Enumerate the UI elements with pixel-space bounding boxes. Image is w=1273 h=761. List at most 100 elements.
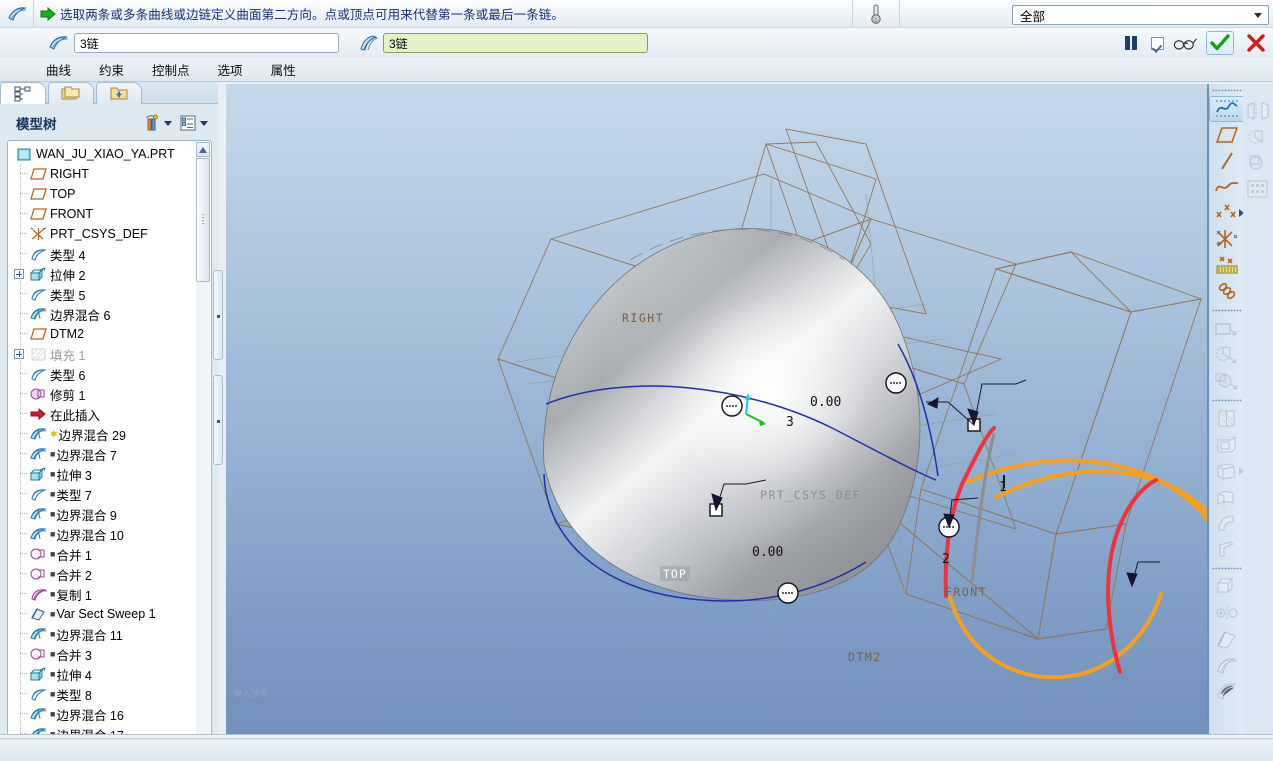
first-chain-curves[interactable] <box>950 461 1207 678</box>
expand-toggle[interactable] <box>14 269 24 279</box>
first-direction-collector[interactable] <box>74 33 339 53</box>
tree-item-7[interactable]: 类型 5 <box>8 284 198 304</box>
tree-item-label: DTM2 <box>50 327 84 341</box>
tree-item-13[interactable]: 在此插入 <box>8 404 198 424</box>
tab-options[interactable]: 选项 <box>216 59 245 80</box>
scroll-thumb[interactable] <box>196 158 210 282</box>
tree-item-15[interactable]: ■边界混合 7 <box>8 444 198 464</box>
model-tree-tab[interactable] <box>0 82 46 104</box>
tree-item-2[interactable]: TOP <box>8 184 198 204</box>
preview-checkbox[interactable] <box>1151 37 1164 50</box>
tree-indent <box>14 204 28 224</box>
move-copy-icon <box>1243 150 1273 176</box>
tab-control-points[interactable]: 控制点 <box>150 59 192 80</box>
accept-button[interactable] <box>1206 31 1234 55</box>
tree-item-label: Var Sect Sweep 1 <box>56 607 155 621</box>
chevron-down-icon[interactable] <box>164 121 172 126</box>
copy-icon <box>28 586 48 602</box>
var-sect-sweep-icon <box>28 606 48 622</box>
folder-browser-tab[interactable] <box>48 82 94 104</box>
sketch-curve-icon[interactable] <box>1209 174 1245 200</box>
preview-glasses-icon[interactable] <box>1173 34 1197 52</box>
tree-item-label: 类型 5 <box>50 285 85 304</box>
tree-item-label: 在此插入 <box>50 405 100 424</box>
tree-item-28[interactable]: ■边界混合 16 <box>8 704 198 724</box>
tree-item-23[interactable]: ■Var Sect Sweep 1 <box>8 604 198 624</box>
tree-item-1[interactable]: RIGHT <box>8 164 198 184</box>
mirror-icon <box>1209 600 1245 626</box>
tree-item-9[interactable]: DTM2 <box>8 324 198 344</box>
tree-item-27[interactable]: ■类型 8 <box>8 684 198 704</box>
model-tree-header: 模型树 <box>4 108 214 138</box>
tab-curves[interactable]: 曲线 <box>44 59 73 80</box>
tree-indent <box>14 284 28 304</box>
curve-from-chain-icon[interactable] <box>1209 278 1245 304</box>
selection-filter-dropdown[interactable]: 全部 <box>1012 5 1269 25</box>
tree-item-14[interactable]: ✱边界混合 29 <box>8 424 198 444</box>
chevron-down-icon[interactable] <box>200 121 208 126</box>
datum-prism <box>871 252 1201 639</box>
datum-plane-icon[interactable] <box>1209 122 1245 148</box>
csys-name-label[interactable]: PRT_CSYS_DEF <box>760 488 861 502</box>
rib-icon <box>1209 406 1245 432</box>
tree-item-11[interactable]: 类型 6 <box>8 364 198 384</box>
tree-item-label: 拉伸 3 <box>56 465 91 484</box>
scroll-up-button[interactable] <box>196 142 210 157</box>
tree-item-16[interactable]: ■拉伸 3 <box>8 464 198 484</box>
tree-item-12[interactable]: 修剪 1 <box>8 384 198 404</box>
tree-item-21[interactable]: ■合并 2 <box>8 564 198 584</box>
blend-surface-icon <box>1209 484 1245 510</box>
tree-item-25[interactable]: ■合并 3 <box>8 644 198 664</box>
panel-splitter-lower[interactable] <box>213 375 223 465</box>
tab-constraints[interactable]: 约束 <box>97 59 126 80</box>
tree-item-24[interactable]: ■边界混合 11 <box>8 624 198 644</box>
datum-ref-icon[interactable] <box>1209 252 1245 278</box>
style-icon <box>28 286 48 302</box>
secondary-feature-toolbar <box>1243 84 1273 761</box>
3d-model-scene[interactable]: 0.00 0.00 3 2 1 RIGHT FRONT DTM2 PRT_CSY… <box>226 84 1207 757</box>
tree-item-label: RIGHT <box>50 167 89 181</box>
rotate-resolve-icon <box>1243 124 1273 150</box>
tree-item-8[interactable]: 边界混合 6 <box>8 304 198 324</box>
tree-item-19[interactable]: ■边界混合 10 <box>8 524 198 544</box>
dim-value: 0.00 <box>810 395 841 410</box>
cancel-button[interactable] <box>1243 31 1269 55</box>
tree-item-5[interactable]: 类型 4 <box>8 244 198 264</box>
datum-label-top[interactable]: TOP <box>660 566 690 581</box>
tree-item-20[interactable]: ■合并 1 <box>8 544 198 564</box>
tree-item-22[interactable]: ■复制 1 <box>8 584 198 604</box>
panel-splitter-upper[interactable] <box>213 270 223 360</box>
tab-properties[interactable]: 属性 <box>269 59 298 80</box>
tree-item-label: 边界混合 9 <box>56 505 116 524</box>
tree-scrollbar[interactable] <box>196 142 210 761</box>
tree-item-17[interactable]: ■类型 7 <box>8 484 198 504</box>
datum-point-icon[interactable] <box>1209 200 1245 226</box>
tree-item-label: 拉伸 2 <box>50 265 85 284</box>
tree-item-0[interactable]: WAN_JU_XIAO_YA.PRT <box>8 144 198 164</box>
chevron-down-icon[interactable] <box>1254 13 1262 18</box>
model-tree-list[interactable]: WAN_JU_XIAO_YA.PRT RIGHT TOPFRONTPRT_CSYS_… <box>7 140 212 761</box>
tree-item-18[interactable]: ■边界混合 9 <box>8 504 198 524</box>
second-direction-collector[interactable] <box>383 33 648 53</box>
datum-axis-icon[interactable] <box>1209 148 1245 174</box>
pause-button[interactable] <box>1120 33 1142 53</box>
favorites-tab[interactable] <box>96 82 142 104</box>
coord-system-icon[interactable] <box>1209 226 1245 252</box>
merge-icon <box>28 546 48 562</box>
second-chain-curves[interactable] <box>946 428 1156 672</box>
boundary-blend-icon <box>28 706 48 722</box>
style-curve-icon[interactable] <box>1209 96 1245 122</box>
graphics-viewport[interactable]: 0.00 0.00 3 2 1 RIGHT FRONT DTM2 PRT_CSY… <box>226 84 1207 757</box>
tree-item-4[interactable]: PRT_CSYS_DEF <box>8 224 198 244</box>
tree-indent <box>14 544 28 564</box>
tree-indent <box>14 704 28 724</box>
tree-item-26[interactable]: ■拉伸 4 <box>8 664 198 684</box>
feature-dashboard <box>0 28 1273 58</box>
tree-item-6[interactable]: 拉伸 2 <box>8 264 198 284</box>
tree-columns-button[interactable] <box>178 113 208 133</box>
tree-item-10[interactable]: 填充 1 <box>8 344 198 364</box>
expand-toggle[interactable] <box>14 349 24 359</box>
tree-filters-button[interactable] <box>142 113 172 133</box>
tree-item-3[interactable]: FRONT <box>8 204 198 224</box>
shell-icon <box>1209 432 1245 458</box>
